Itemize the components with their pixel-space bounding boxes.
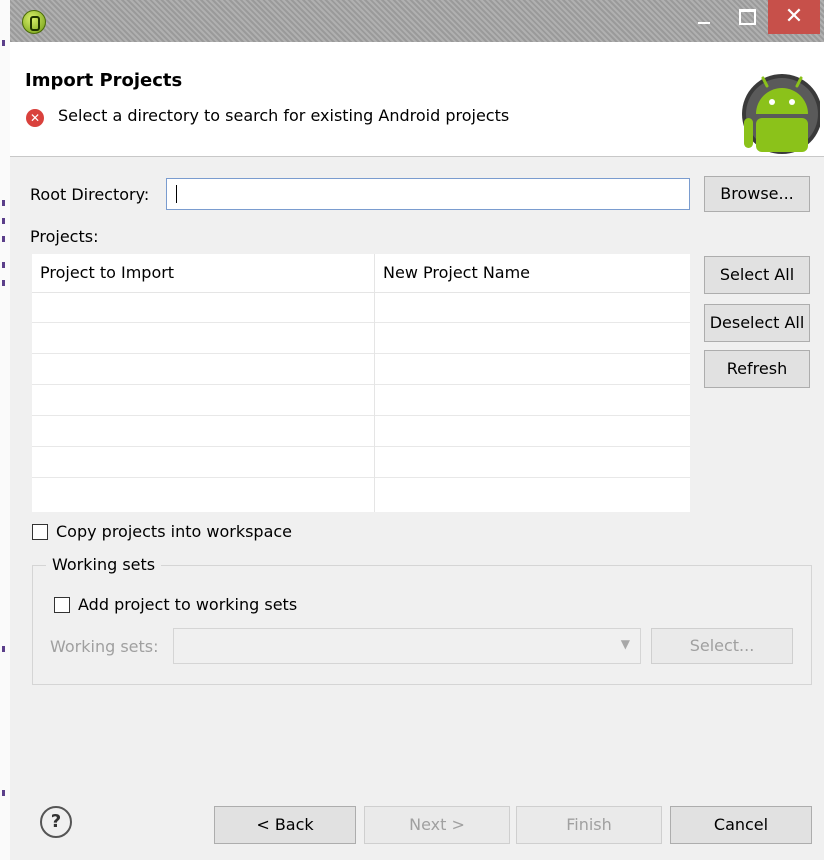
select-working-sets-button: Select... <box>651 628 793 664</box>
add-to-working-sets-label[interactable]: Add project to working sets <box>78 595 297 614</box>
refresh-button[interactable]: Refresh <box>704 350 810 388</box>
page-title: Import Projects <box>25 70 183 91</box>
copy-projects-checkbox[interactable] <box>32 524 48 540</box>
column-header-project-to-import[interactable]: Project to Import <box>32 254 374 292</box>
maximize-button[interactable] <box>726 0 766 34</box>
table-header: Project to Import New Project Name <box>32 254 690 293</box>
working-sets-field-label: Working sets: <box>50 637 159 656</box>
root-directory-input[interactable] <box>166 178 690 210</box>
back-button[interactable]: < Back <box>214 806 356 844</box>
select-all-button[interactable]: Select All <box>704 256 810 294</box>
chevron-down-icon: ▼ <box>620 637 630 651</box>
close-button[interactable]: ✕ <box>768 0 820 34</box>
title-bar[interactable]: ✕ <box>10 0 824 42</box>
table-row[interactable] <box>32 323 690 354</box>
edge-marker <box>2 40 5 46</box>
edge-marker <box>2 262 5 268</box>
working-sets-combo: ▼ <box>173 628 641 664</box>
edge-marker <box>2 280 5 286</box>
table-row[interactable] <box>32 416 690 447</box>
dialog-header <box>10 42 824 157</box>
browse-button[interactable]: Browse... <box>704 176 810 212</box>
edge-marker <box>2 200 5 206</box>
working-sets-group-title: Working sets <box>46 555 162 574</box>
projects-table[interactable]: Project to Import New Project Name <box>32 254 690 512</box>
minimize-button[interactable] <box>684 0 724 34</box>
next-button: Next > <box>364 806 510 844</box>
text-caret <box>176 185 177 203</box>
android-logo-icon <box>742 74 820 154</box>
header-message: Select a directory to search for existin… <box>58 106 510 125</box>
error-icon: ✕ <box>26 109 44 127</box>
close-icon: ✕ <box>784 4 804 29</box>
edge-marker <box>2 790 5 796</box>
table-row[interactable] <box>32 385 690 416</box>
table-row[interactable] <box>32 447 690 478</box>
edge-marker <box>2 218 5 224</box>
cancel-button[interactable]: Cancel <box>670 806 812 844</box>
finish-button: Finish <box>516 806 662 844</box>
table-row[interactable] <box>32 292 690 323</box>
copy-projects-label[interactable]: Copy projects into workspace <box>56 522 292 541</box>
background-window-edge <box>0 0 10 860</box>
edge-marker <box>2 646 5 652</box>
working-sets-group <box>32 565 812 685</box>
eclipse-app-icon <box>22 10 46 34</box>
projects-label: Projects: <box>30 227 99 246</box>
edge-marker <box>2 236 5 242</box>
table-row[interactable] <box>32 354 690 385</box>
root-directory-label: Root Directory: <box>30 185 150 204</box>
import-projects-dialog: ✕ Import Projects ✕ Select a directory t… <box>10 0 824 860</box>
help-icon[interactable]: ? <box>40 806 72 838</box>
add-to-working-sets-checkbox[interactable] <box>54 597 70 613</box>
column-header-new-project-name[interactable]: New Project Name <box>375 254 690 292</box>
table-row[interactable] <box>32 478 690 509</box>
column-divider <box>374 254 375 512</box>
deselect-all-button[interactable]: Deselect All <box>704 304 810 342</box>
